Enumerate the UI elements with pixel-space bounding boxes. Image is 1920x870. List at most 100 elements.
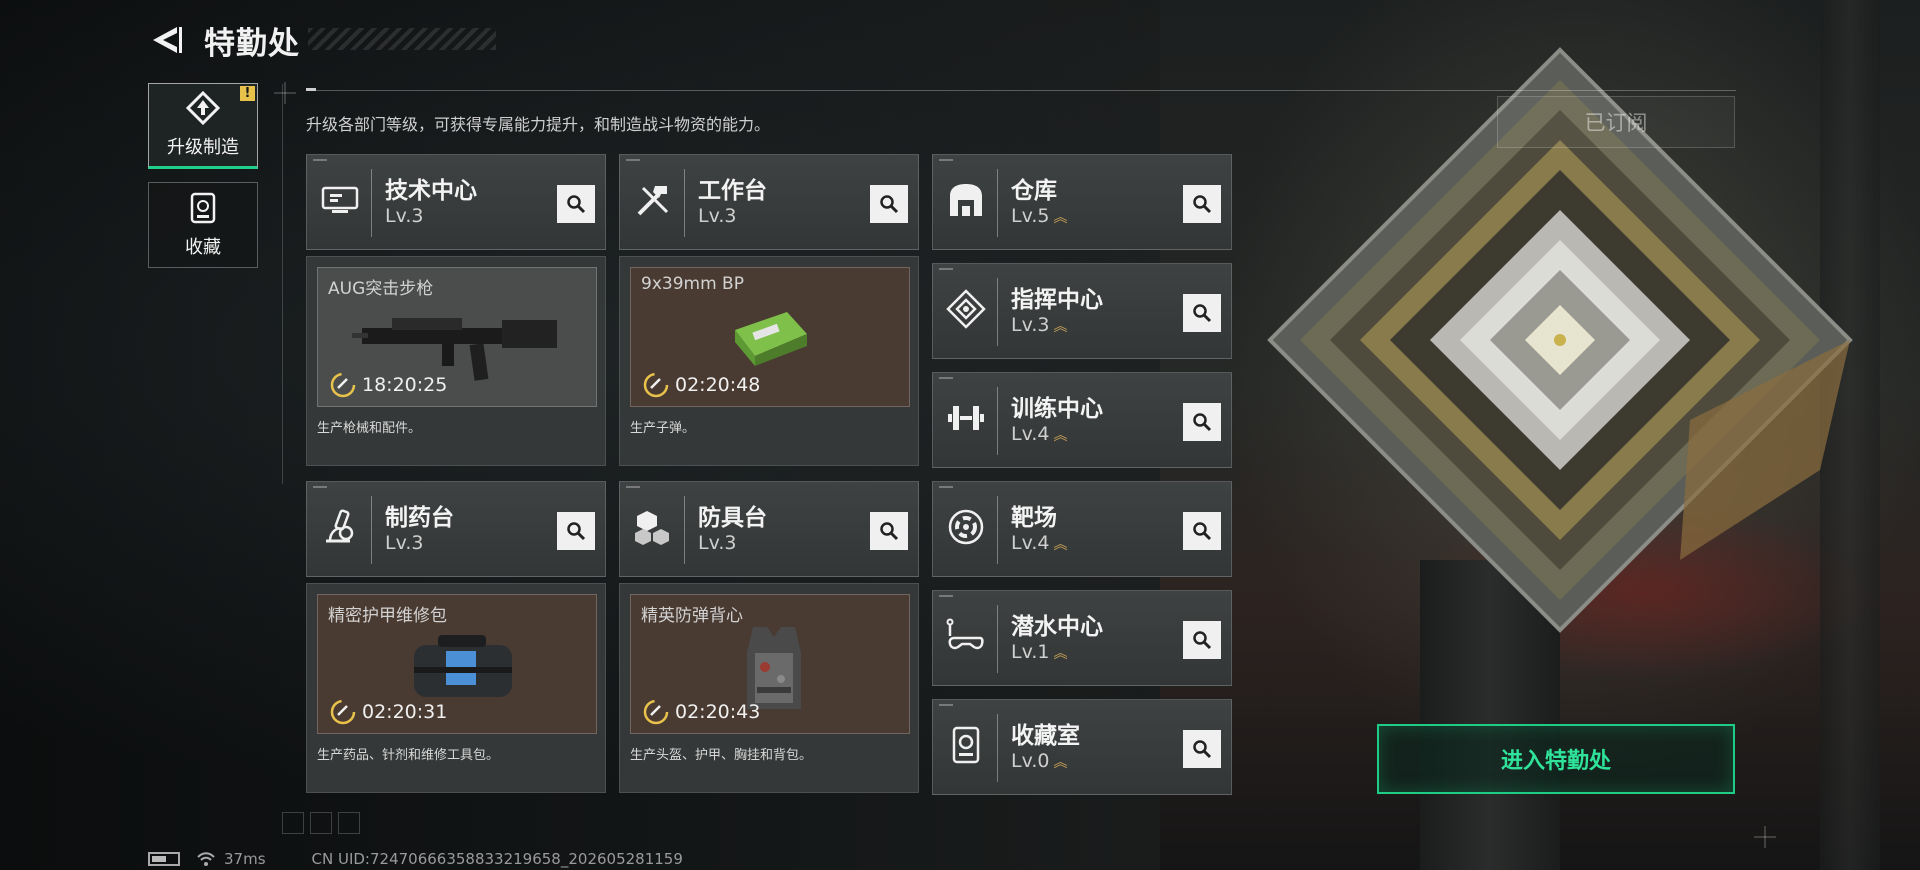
search-icon [567,522,586,541]
search-icon [1193,631,1212,650]
dept-level: Lv.3 [385,532,424,554]
search-icon [567,195,586,214]
dept-card-training-center[interactable]: 训练中心 Lv.4 ︽ [932,372,1232,468]
divider [306,90,1736,91]
timer-text: 02:20:31 [362,701,448,723]
dept-name: 指挥中心 [1011,287,1103,313]
dept-card-workbench[interactable]: 工作台 Lv.3 [619,154,919,250]
production-panel: 精英防弹背心 02:20:43 生产头盔、护甲、胸挂和背包。 [619,583,919,793]
separator [684,496,685,564]
inspect-button[interactable] [1183,512,1221,550]
timer-text: 18:20:25 [362,374,448,396]
level-text: Lv.4 [1011,532,1050,554]
level-text: Lv.5 [1011,205,1050,227]
production-timer: 02:20:48 [643,372,760,398]
dept-card-armor-bench[interactable]: 防具台 Lv.3 [619,481,919,577]
timer-icon [643,699,669,725]
item-name: 9x39mm BP [641,274,744,294]
dept-level: Lv.3 ︽ [1011,314,1067,336]
back-arrow-icon [153,27,182,53]
timer-icon [643,372,669,398]
level-text: Lv.1 [1011,641,1050,663]
tab-label: 升级制造 [167,137,239,158]
separator [371,169,372,237]
dept-card-warehouse[interactable]: 仓库 Lv.5 ︽ [932,154,1232,250]
timer-text: 02:20:43 [675,701,761,723]
shooting-range-icon [943,504,989,550]
inspect-button[interactable] [1183,403,1221,441]
dept-card-diving-center[interactable]: 潜水中心 Lv.1 ︽ [932,590,1232,686]
dept-description: 生产子弹。 [630,421,696,436]
decor-square [282,812,304,834]
dept-card-collection-room[interactable]: 收藏室 Lv.0 ︽ [932,699,1232,795]
timer-icon [330,699,356,725]
dept-name: 工作台 [698,178,767,204]
separator [997,605,998,673]
level-text: Lv.0 [1011,750,1050,772]
level-up-icon: ︽ [1053,319,1067,335]
inspect-button[interactable] [557,185,595,223]
production-slot[interactable]: 9x39mm BP 02:20:48 [630,267,910,407]
production-panel: 9x39mm BP 02:20:48 生产子弹。 [619,256,919,466]
dept-card-shooting-range[interactable]: 靶场 Lv.4 ︽ [932,481,1232,577]
dept-card-command-center[interactable]: 指挥中心 Lv.3 ︽ [932,263,1232,359]
ping-text: 37ms [224,850,266,868]
inspect-button[interactable] [870,512,908,550]
battery-icon [148,852,180,866]
search-icon [1193,740,1212,759]
inspect-button[interactable] [1183,621,1221,659]
corner-tag [313,159,327,161]
enter-special-ops-button[interactable]: 进入特勤处 [1377,724,1735,794]
dept-level: Lv.4 ︽ [1011,423,1067,445]
corner-tag [939,486,953,488]
repair-kit-image [414,635,512,697]
level-up-icon: ︽ [1053,428,1067,444]
warehouse-icon [943,177,989,223]
separator [997,278,998,346]
inspect-button[interactable] [557,512,595,550]
search-icon [880,195,899,214]
inspect-button[interactable] [1183,730,1221,768]
inspect-button[interactable] [1183,185,1221,223]
status-footer: 37ms CN UID:7247066635883321965​8_202605… [148,850,683,868]
tab-upgrade-craft[interactable]: ! 升级制造 [148,83,258,169]
dept-level: Lv.0 ︽ [1011,750,1067,772]
pharmacy-icon [317,504,363,550]
production-slot[interactable]: AUG突击步枪 18:20:25 [317,267,597,407]
level-up-icon: ︽ [1053,755,1067,771]
dept-name: 潜水中心 [1011,614,1103,640]
dept-card-tech-center[interactable]: 技术中心 Lv.3 [306,154,606,250]
inspect-button[interactable] [1183,294,1221,332]
tech-center-icon [317,177,363,223]
dept-name: 靶场 [1011,505,1057,531]
inspect-button[interactable] [870,185,908,223]
search-icon [1193,304,1212,323]
dept-name: 训练中心 [1011,396,1103,422]
corner-tag [626,159,640,161]
corner-tag [939,595,953,597]
corner-tag [313,486,327,488]
tab-collection[interactable]: 收藏 [148,182,258,268]
crosshair-mark [274,82,296,104]
decor-square [338,812,360,834]
dept-name: 防具台 [698,505,767,531]
subscribed-button[interactable]: 已订阅 [1497,96,1735,148]
item-name: AUG突击步枪 [328,279,434,299]
dept-card-pharmacy[interactable]: 制药台 Lv.3 [306,481,606,577]
production-slot[interactable]: 精英防弹背心 02:20:43 [630,594,910,734]
training-center-icon [943,395,989,441]
separator [997,387,998,455]
corner-tag [626,486,640,488]
crosshair-mark [1754,826,1776,848]
production-slot[interactable]: 精密护甲维修包 02:20:31 [317,594,597,734]
production-panel: AUG突击步枪 18:20:25 生产枪械和配件。 [306,256,606,466]
separator [997,169,998,237]
back-button[interactable] [148,20,184,60]
title-decoration [308,28,496,50]
separator [997,496,998,564]
side-divider [282,84,283,484]
level-text: Lv.4 [1011,423,1050,445]
dept-name: 技术中心 [385,178,477,204]
timer-icon [330,372,356,398]
dept-level: Lv.1 ︽ [1011,641,1067,663]
